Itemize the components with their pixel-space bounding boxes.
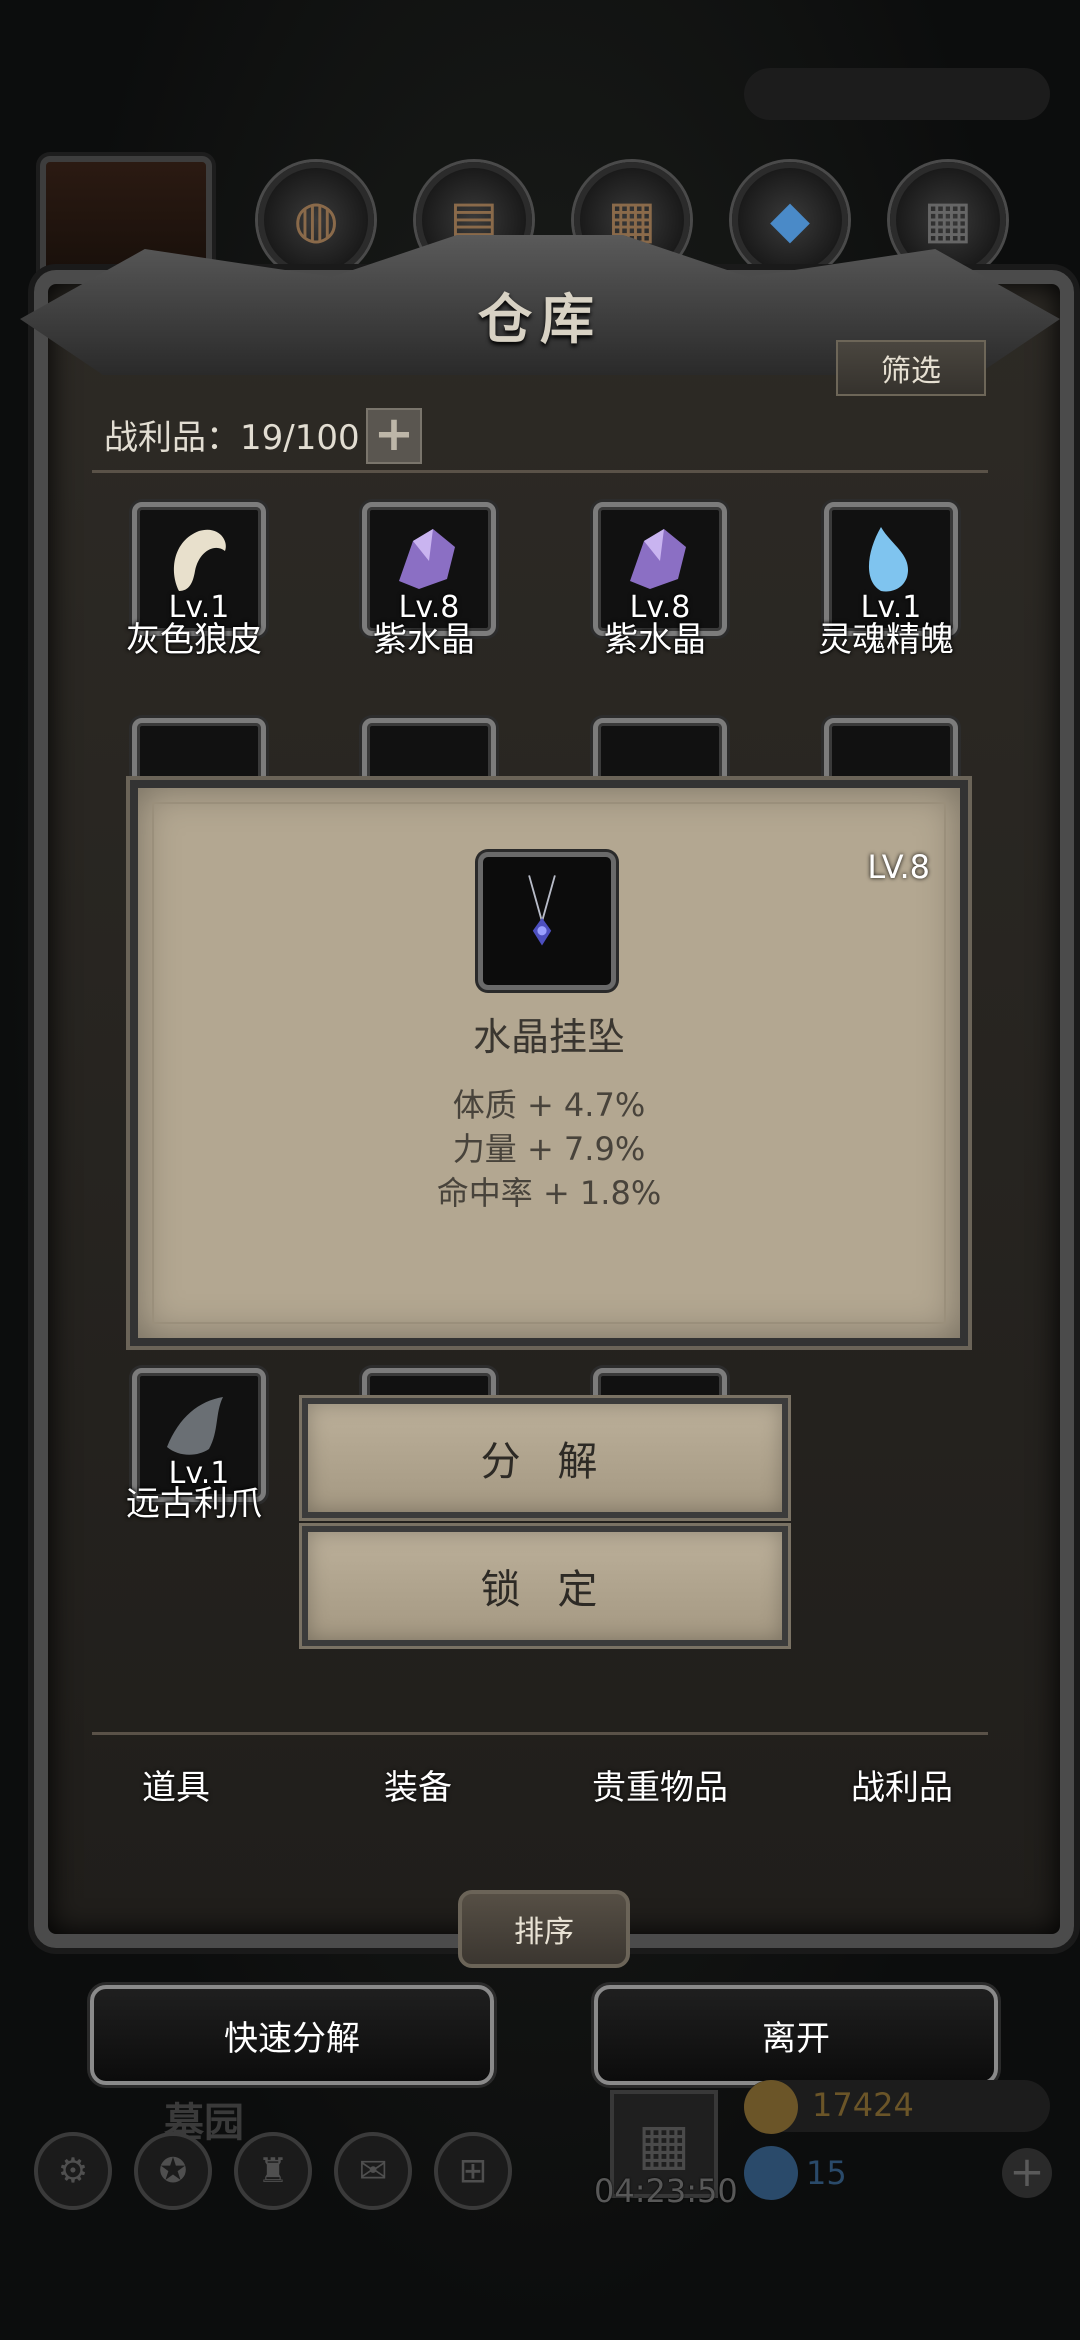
category-tabs: 道具 装备 贵重物品 战利品 xyxy=(92,1730,988,1890)
detail-item-slot xyxy=(478,852,616,990)
tab-equipment[interactable]: 装备 xyxy=(318,1760,518,1809)
item-name: 远古利爪 xyxy=(126,1484,262,1524)
soul-essence-icon xyxy=(868,527,909,592)
item-name: 紫水晶 xyxy=(604,620,706,660)
leather-icon[interactable]: ◍ xyxy=(258,162,374,278)
gem-amount: 15 xyxy=(806,2154,847,2192)
item-name: 紫水晶 xyxy=(373,620,475,660)
map-icon[interactable]: ⊞ xyxy=(434,2132,512,2210)
detail-stat: 命中率 + 1.8% xyxy=(436,1174,662,1212)
mail-icon[interactable]: ✉ xyxy=(334,2132,412,2210)
amethyst-icon xyxy=(399,529,455,589)
item-detail-popup: LV.8 水晶挂坠 体质 + 4.7% 力量 + 7.9% 命中率 + 1.8% xyxy=(130,780,968,1346)
ancient-claw-icon xyxy=(167,1397,223,1455)
leave-button[interactable]: 离开 xyxy=(594,1985,998,2085)
gift-timer: 04:23:50 xyxy=(594,2172,738,2210)
gold-coin-icon xyxy=(744,2080,798,2134)
filter-button[interactable]: 筛选 xyxy=(836,340,986,396)
tab-valuables[interactable]: 贵重物品 xyxy=(560,1760,760,1809)
settings-icon[interactable]: ⚙ xyxy=(34,2132,112,2210)
detail-level: LV.8 xyxy=(867,848,930,886)
detail-item-name: 水晶挂坠 xyxy=(472,1015,625,1059)
quick-decompose-button[interactable]: 快速分解 xyxy=(90,1985,494,2085)
decompose-button[interactable]: 分 解 xyxy=(302,1398,788,1518)
capacity-label: 战利品：19/100 xyxy=(104,418,360,458)
lock-button[interactable]: 锁 定 xyxy=(302,1526,788,1646)
detail-stat: 体质 + 4.7% xyxy=(452,1086,646,1124)
item-name: 灰色狼皮 xyxy=(126,620,262,660)
gem-icon xyxy=(744,2146,798,2200)
gold-amount: 17424 xyxy=(812,2086,914,2124)
guild-icon[interactable]: ♜ xyxy=(234,2132,312,2210)
wolf-pelt-icon xyxy=(173,529,226,591)
gem-bar xyxy=(744,68,1050,120)
bottom-hud: 墓园 ⚙ ✪ ♜ ✉ ⊞ ▦ 04:23:50 17424 15 xyxy=(0,68,1080,2340)
crystal-pendant-icon xyxy=(528,875,556,946)
tab-items[interactable]: 道具 xyxy=(76,1760,276,1809)
add-currency-button[interactable]: + xyxy=(1002,2148,1052,2198)
tab-loot[interactable]: 战利品 xyxy=(802,1760,1002,1809)
divider-top xyxy=(92,470,988,473)
detail-stat: 力量 + 7.9% xyxy=(452,1130,646,1168)
item-name: 灵魂精魄 xyxy=(818,620,954,660)
sort-button[interactable]: 排序 xyxy=(458,1890,630,1968)
add-capacity-button[interactable]: + xyxy=(366,408,422,464)
blue-crystal-icon[interactable]: ◆ xyxy=(732,162,848,278)
skill-icon[interactable]: ✪ xyxy=(134,2132,212,2210)
amethyst-icon xyxy=(630,529,686,589)
